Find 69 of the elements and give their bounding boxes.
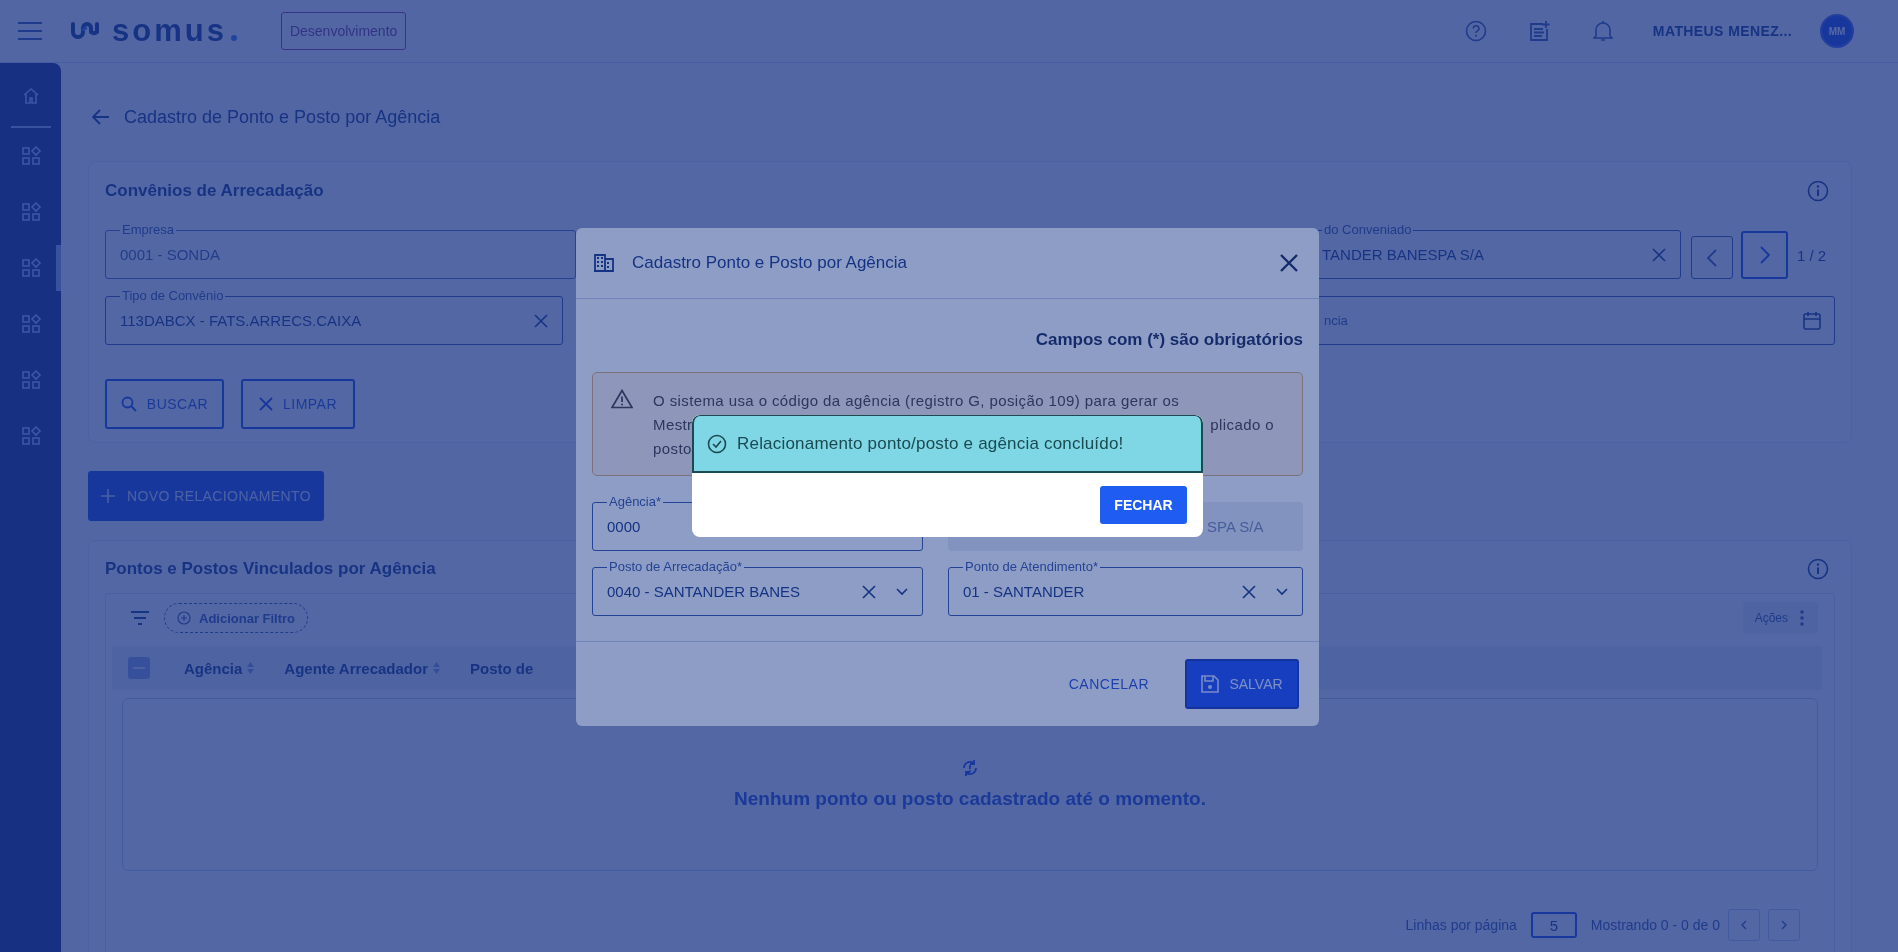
menu-icon[interactable] — [18, 22, 42, 40]
info-icon[interactable] — [1807, 558, 1829, 580]
clear-icon[interactable] — [1652, 247, 1666, 262]
success-message: Relacionamento ponto/posto e agência concluído! — [737, 433, 1124, 454]
bell-icon[interactable] — [1592, 20, 1613, 42]
select-field[interactable]: Posto de Arrecadação* 0040 - SANTANDER BANES — [592, 560, 923, 616]
plus-circle-icon — [177, 611, 191, 625]
apps-icon — [20, 314, 41, 334]
chevron-down-icon[interactable] — [896, 587, 908, 596]
plus-icon — [101, 489, 116, 503]
cancel-button[interactable]: CANCELAR — [1062, 674, 1155, 693]
previous-button[interactable] — [1691, 236, 1733, 279]
rows-per-page-field[interactable]: 5 — [1530, 912, 1577, 938]
clear-icon[interactable] — [534, 313, 548, 328]
user-name[interactable]: MATHEUS MENEZ... — [1652, 23, 1792, 39]
field-label: Posto de Arrecadação* — [608, 560, 743, 574]
apps-icon — [20, 258, 41, 278]
chevron-left-icon — [1741, 920, 1747, 930]
check-circle-icon — [707, 433, 727, 454]
home-icon — [21, 87, 40, 105]
chevron-left-icon — [1706, 247, 1718, 268]
back-arrow-icon[interactable] — [92, 109, 110, 125]
close-icon — [258, 397, 273, 411]
clear-icon[interactable] — [862, 584, 876, 599]
field-label: Ponto de Atendimento* — [964, 560, 1099, 574]
empty-message: Nenhum ponto ou posto cadastrado até o momento. — [734, 787, 1206, 810]
apps-icon — [20, 426, 41, 446]
info-icon[interactable] — [1807, 180, 1829, 202]
calendar-icon[interactable] — [1802, 310, 1822, 331]
warning-icon — [611, 389, 633, 409]
filter-icon[interactable] — [130, 611, 150, 625]
search-icon — [120, 396, 137, 412]
apps-icon — [20, 202, 41, 222]
help-icon[interactable] — [1464, 20, 1487, 42]
clear-icon[interactable] — [1242, 584, 1256, 599]
logo-text: somus — [112, 13, 227, 49]
save-button[interactable]: SALVAR — [1185, 658, 1299, 709]
apps-icon — [20, 146, 41, 166]
clear-button[interactable]: LIMPAR — [241, 379, 355, 429]
field-label: Agência* — [608, 495, 663, 509]
chevron-down-icon[interactable] — [1276, 587, 1288, 596]
card-title: Convênios de Arrecadação — [105, 181, 324, 201]
chevron-right-icon — [1758, 245, 1771, 265]
note-add-icon[interactable] — [1528, 20, 1551, 42]
search-button[interactable]: BUSCAR — [105, 379, 224, 429]
refresh-alert-icon — [961, 759, 979, 776]
required-note: Campos com (*) são obrigatórios — [1035, 330, 1303, 349]
logo-dot-icon — [230, 35, 237, 41]
previous-page-button[interactable] — [1728, 909, 1760, 941]
apps-icon — [20, 370, 41, 390]
select-field[interactable]: Ponto de Atendimento* 01 - SANTANDER — [948, 560, 1303, 616]
warning-text: plicado o — [1210, 415, 1274, 435]
page-title: Cadastro de Ponto e Posto por Agência — [124, 106, 441, 128]
modal-title: Cadastro Ponto e Posto por Agência — [632, 253, 907, 273]
warning-text: posto — [653, 439, 692, 459]
chevron-right-icon — [1781, 920, 1787, 930]
warning-text: O sistema usa o código da agência (registro G, posição 109) para gerar os — [653, 391, 1180, 411]
kebab-icon — [1800, 610, 1804, 626]
close-button[interactable]: FECHAR — [1100, 486, 1187, 524]
page-counter: 1 / 2 — [1797, 246, 1827, 264]
warning-text: Mestr — [653, 415, 693, 435]
logo-mark-icon — [70, 21, 100, 41]
next-button[interactable] — [1741, 231, 1788, 279]
sort-icon[interactable] — [433, 661, 440, 675]
building-icon — [594, 254, 614, 272]
sort-icon[interactable] — [247, 661, 255, 675]
close-icon[interactable] — [1279, 253, 1299, 273]
next-page-button[interactable] — [1768, 909, 1800, 941]
card-title: Pontos e Postos Vinculados por Agência — [105, 559, 436, 579]
